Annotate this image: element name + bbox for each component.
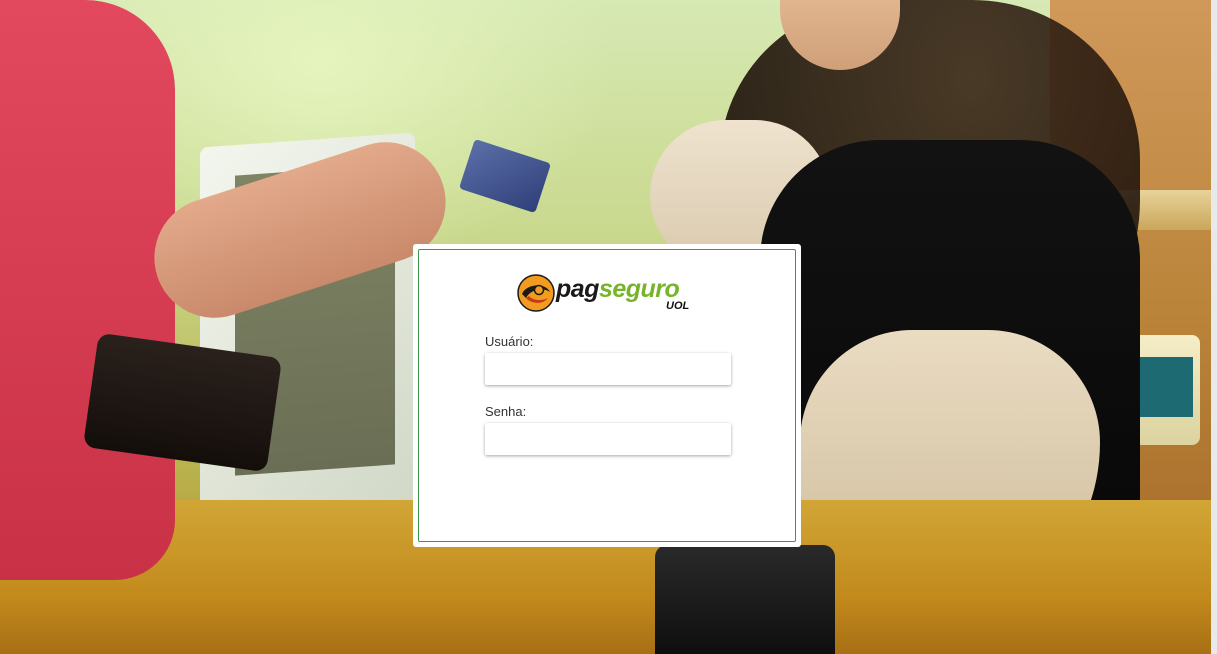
logo-suffix: UOL — [666, 300, 690, 312]
background-credit-card — [458, 138, 552, 214]
logo-wordmark-pag: pag — [556, 275, 599, 303]
username-label: Usuário: — [485, 334, 534, 349]
background-customer-sleeve — [0, 0, 175, 580]
window-edge — [1211, 0, 1217, 654]
pagseguro-logo: pagseguro UOL — [517, 272, 707, 318]
logo-wordmark: pagseguro — [556, 275, 680, 304]
login-card: pagseguro UOL Usuário: Senha: — [413, 244, 801, 547]
password-input[interactable] — [485, 423, 731, 455]
username-input[interactable] — [485, 353, 731, 385]
login-card-border: pagseguro UOL Usuário: Senha: — [418, 249, 796, 542]
background-card-terminal — [655, 545, 835, 654]
logo-wordmark-seguro: seguro — [598, 275, 680, 303]
password-label: Senha: — [485, 404, 527, 419]
pagseguro-logo-icon — [517, 274, 555, 312]
